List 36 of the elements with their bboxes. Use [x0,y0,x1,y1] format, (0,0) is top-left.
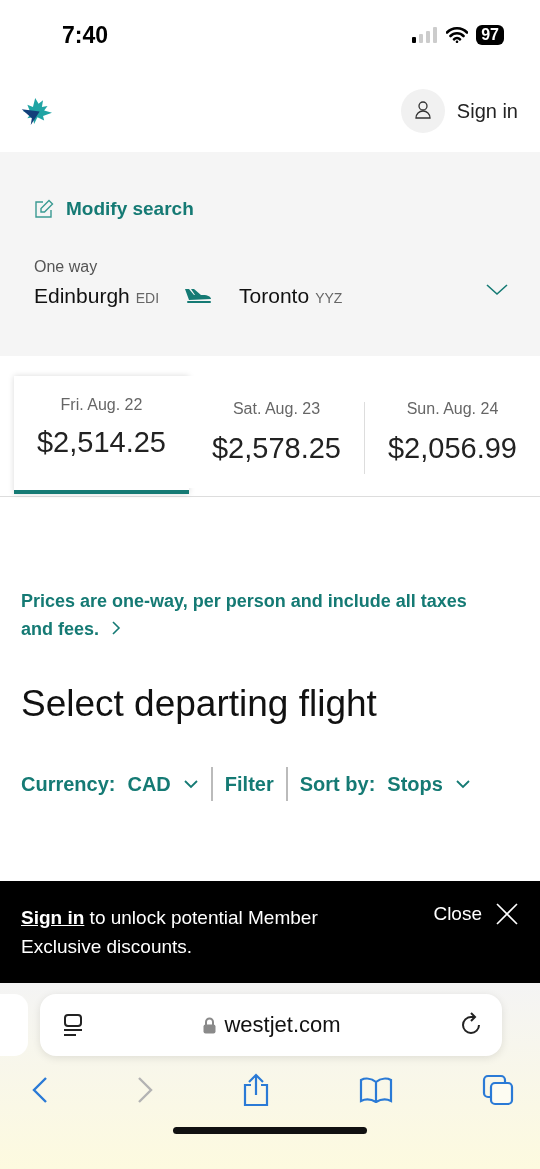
origin-city: Edinburgh [34,284,130,308]
battery-level: 97 [476,25,504,45]
modify-search-link[interactable]: Modify search [34,198,194,220]
page-heading: Select departing flight [21,683,378,725]
close-button[interactable]: Close [433,903,518,929]
origin-code: EDI [135,290,160,306]
filter-button[interactable]: Filter [224,772,274,796]
banner-message: Sign in to unlock potential Member Exclusive discounts. [21,906,319,959]
destination-code: YYZ [315,290,343,306]
lock-icon [203,1016,217,1034]
url-text: westjet.com [224,1012,341,1038]
chevron-down-icon [182,779,199,789]
tabs-icon[interactable] [482,1074,514,1106]
edit-icon [34,199,54,219]
book-icon[interactable] [359,1077,393,1103]
address-bar[interactable]: westjet.com [40,994,502,1056]
sign-in-link[interactable]: Sign in [21,907,85,928]
chevron-down-icon [454,779,471,789]
wifi-icon [446,27,469,43]
airplane-icon [183,288,214,304]
date-tab[interactable]: Fri. Aug. 22 $2,514.25 [14,376,189,494]
signal-icon [412,27,439,43]
chevron-right-icon [111,621,122,635]
destination-city: Toronto [239,284,310,308]
chevron-down-icon[interactable] [486,284,508,296]
back-icon[interactable] [32,1076,48,1104]
close-icon [496,903,518,925]
sign-in-button[interactable]: Sign in [400,89,518,133]
dropdown-control[interactable]: Sort by: Stops [299,772,471,796]
dropdown-control[interactable]: Currency: CAD [21,772,199,796]
trip-type: One way [34,258,99,276]
reader-icon [62,1013,84,1037]
share-icon[interactable] [242,1073,270,1107]
price-info-link[interactable]: Prices are one-way, per person and include all taxes and fees. [21,587,501,643]
status-time: 7:40 [62,21,109,49]
person-icon [400,89,445,133]
